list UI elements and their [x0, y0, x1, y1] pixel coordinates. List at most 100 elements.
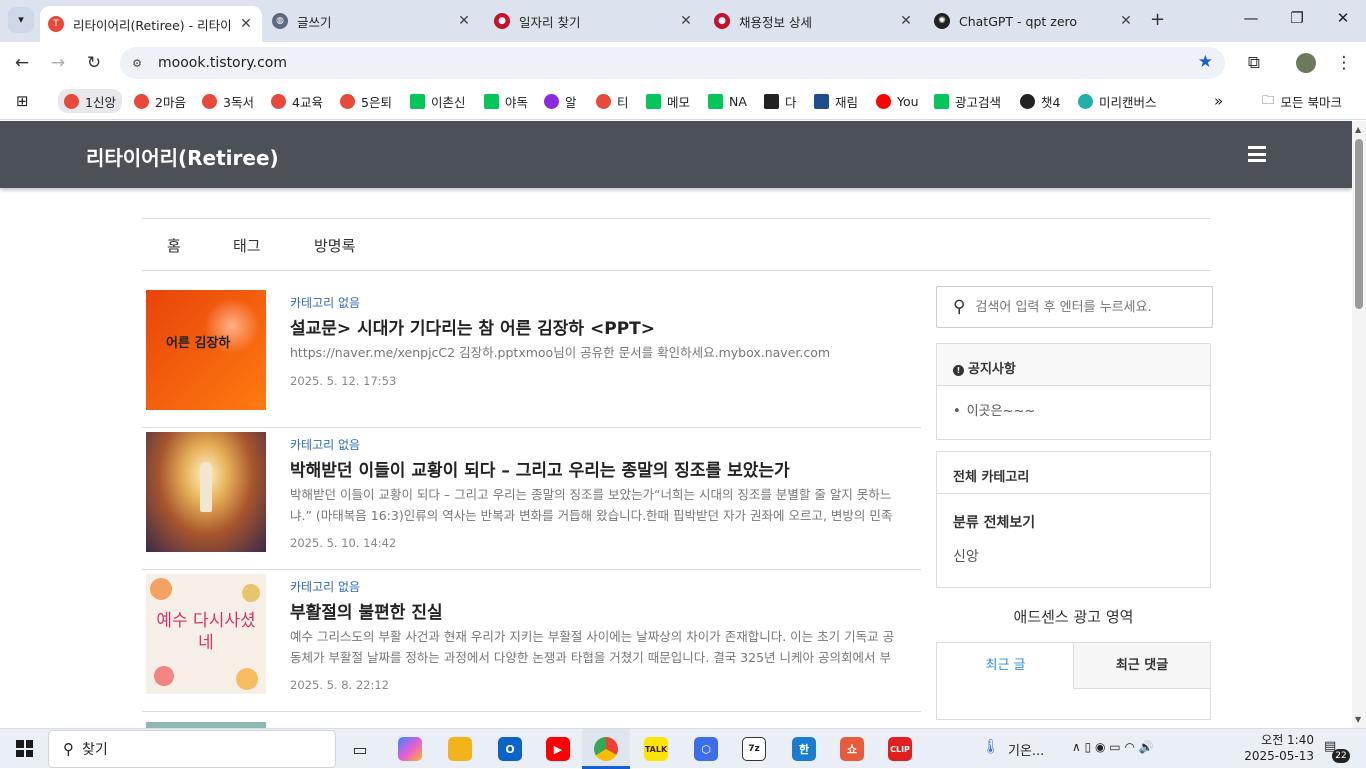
post-item[interactable]: 예수 다시사셨네 카테고리 없음 부활절의 불편한 진실 예수 그리스도의 부활…: [142, 570, 921, 712]
task-view-icon[interactable]: ▭: [348, 737, 372, 761]
tab-job-detail[interactable]: ● 채용정보 상세 ✕: [706, 6, 922, 36]
tab-job-search[interactable]: ● 일자리 찾기 ✕: [486, 6, 702, 36]
bookmark-6[interactable]: 이촌신: [410, 91, 466, 111]
close-icon[interactable]: ✕: [898, 13, 914, 29]
bookmark-11[interactable]: NA: [708, 91, 747, 111]
thermometer-icon[interactable]: 🌡: [982, 739, 1000, 755]
profile-avatar[interactable]: [1296, 53, 1316, 73]
post-title[interactable]: 설교문> 시대가 기다리는 참 어른 김장하 <PPT>: [290, 314, 655, 339]
close-icon[interactable]: ✕: [238, 16, 254, 32]
tab-recent-posts[interactable]: 최근 글: [937, 643, 1074, 689]
post-category[interactable]: 카테고리 없음: [290, 294, 360, 311]
minimize-button[interactable]: —: [1236, 9, 1266, 27]
bookmark-9[interactable]: 티: [596, 91, 629, 111]
reload-button[interactable]: ↻: [82, 51, 106, 75]
post-thumbnail[interactable]: 예수 다시사셨네: [146, 574, 266, 694]
close-icon[interactable]: ✕: [1118, 13, 1134, 29]
site-info-icon[interactable]: ⚙: [126, 57, 148, 70]
scroll-up-icon[interactable]: ▲: [1355, 125, 1361, 134]
search-input[interactable]: [975, 299, 1176, 315]
url-text[interactable]: moook.tistory.com: [158, 55, 287, 71]
tab-title: 채용정보 상세: [739, 14, 812, 30]
7zip-icon[interactable]: 7z: [742, 737, 766, 761]
post-item[interactable]: 카테고리 없음 박해받던 이들이 교황이 되다 – 그리고 우리는 종말의 징조…: [142, 428, 921, 570]
bookmark-17[interactable]: 미리캔버스: [1078, 91, 1157, 111]
bookmark-16[interactable]: 챗4: [1020, 91, 1060, 111]
weather-text[interactable]: 기온...: [1008, 740, 1044, 759]
clip-icon[interactable]: CLIP: [888, 737, 912, 761]
outlook-icon[interactable]: O: [498, 737, 522, 761]
naver-icon: [934, 93, 949, 109]
bookmark-label: 메모: [667, 94, 691, 110]
notice-item[interactable]: 이곳은~~~: [967, 404, 1036, 419]
post-thumbnail[interactable]: [146, 432, 266, 552]
bookmark-3[interactable]: 3독서: [202, 91, 254, 111]
taskbar-search[interactable]: ⚲ 찾기: [48, 730, 336, 768]
forward-button[interactable]: →: [46, 51, 70, 75]
kakaotalk-icon[interactable]: TALK: [644, 737, 668, 761]
post-item[interactable]: 어른 김장하 카테고리 없음 설교문> 시대가 기다리는 참 어른 김장하 <P…: [142, 286, 921, 428]
bookmark-13[interactable]: 재림: [814, 91, 858, 111]
category-item[interactable]: 신앙: [953, 546, 1194, 566]
copilot-icon[interactable]: [398, 737, 422, 761]
page-scrollbar[interactable]: ▲ ▼: [1352, 121, 1366, 728]
close-icon[interactable]: ✕: [678, 13, 694, 29]
bookmark-14[interactable]: You: [876, 91, 919, 111]
category-all[interactable]: 분류 전체보기: [953, 512, 1194, 532]
scroll-down-icon[interactable]: ▼: [1355, 715, 1361, 724]
windows-start-icon[interactable]: [16, 740, 33, 757]
chatgpt-icon: ✺: [934, 13, 950, 29]
scrollbar-thumb[interactable]: [1355, 139, 1363, 309]
close-icon[interactable]: ✕: [456, 13, 472, 29]
tab-chatgpt[interactable]: ✺ ChatGPT - qpt zero ✕: [926, 6, 1142, 36]
extensions-icon[interactable]: ⧉: [1242, 51, 1266, 75]
post-category[interactable]: 카테고리 없음: [290, 578, 360, 595]
nav-guestbook[interactable]: 방명록: [314, 235, 355, 256]
post-title[interactable]: 박해받던 이들이 교황이 되다 – 그리고 우리는 종말의 징조를 보았는가: [290, 456, 790, 481]
bookmark-star-icon[interactable]: ★: [1198, 52, 1213, 72]
close-window-button[interactable]: ✕: [1328, 9, 1358, 27]
more-bookmarks-button[interactable]: »: [1214, 91, 1223, 111]
bookmark-10[interactable]: 메모: [646, 91, 690, 111]
search-icon: ⚲: [953, 297, 966, 317]
bookmark-12[interactable]: 다: [764, 91, 797, 111]
tistory-icon: [271, 93, 286, 109]
tab-write[interactable]: ◍ 글쓰기 ✕: [264, 6, 480, 36]
blog-title[interactable]: 리타이어리(Retiree): [86, 142, 279, 171]
system-tray-icons[interactable]: ∧ ▯ ◉ ▭ ◠ 🔊: [1072, 740, 1154, 754]
tab-retiree[interactable]: T 리타이어리(Retiree) - 리타이 ✕: [40, 6, 262, 42]
bookmark-2[interactable]: 2마음: [134, 91, 186, 111]
bookmark-4[interactable]: 4교육: [271, 91, 323, 111]
post-category[interactable]: 카테고리 없음: [290, 436, 360, 453]
hangul-icon[interactable]: 한: [792, 737, 816, 761]
nav-home[interactable]: 홈: [167, 235, 181, 256]
tab-title: ChatGPT - qpt zero: [959, 13, 1078, 29]
menu-icon[interactable]: ⋮: [1332, 51, 1356, 75]
restore-button[interactable]: ❐: [1282, 9, 1312, 27]
file-explorer-icon[interactable]: [448, 737, 472, 761]
nav-tags[interactable]: 태그: [233, 235, 261, 256]
tab-search-button[interactable]: ▾: [8, 7, 34, 33]
all-bookmarks-folder[interactable]: 🗀 모든 북마크: [1262, 91, 1342, 111]
youtube-icon: [876, 93, 891, 109]
apps-grid-icon[interactable]: ⊞: [16, 91, 29, 111]
post-thumbnail[interactable]: 어른 김장하: [146, 290, 266, 410]
search-box[interactable]: ⚲: [936, 286, 1213, 328]
clock[interactable]: 오전 1:40 2025-05-13: [1238, 732, 1314, 764]
chrome-taskbar-item[interactable]: [582, 729, 630, 769]
address-bar[interactable]: ⚙ moook.tistory.com ★: [120, 47, 1225, 79]
bookmark-8[interactable]: 알: [544, 91, 577, 111]
bookmark-label: 챗4: [1041, 94, 1061, 110]
new-tab-button[interactable]: +: [1150, 9, 1165, 30]
tab-recent-comments[interactable]: 최근 댓글: [1073, 643, 1210, 689]
bookmark-1[interactable]: 1신앙: [58, 89, 122, 113]
hamburger-menu-icon[interactable]: [1248, 146, 1266, 162]
bookmark-5[interactable]: 5은퇴: [340, 91, 392, 111]
bookmark-7[interactable]: 야독: [484, 91, 528, 111]
back-button[interactable]: ←: [10, 51, 34, 75]
hanshow-icon[interactable]: 쇼: [840, 737, 864, 761]
bookmark-15[interactable]: 광고검색: [934, 91, 1001, 111]
app-icon[interactable]: ⬡: [694, 737, 718, 761]
youtube-icon[interactable]: ▶: [546, 737, 570, 761]
post-title[interactable]: 부활절의 불편한 진실: [290, 598, 443, 623]
